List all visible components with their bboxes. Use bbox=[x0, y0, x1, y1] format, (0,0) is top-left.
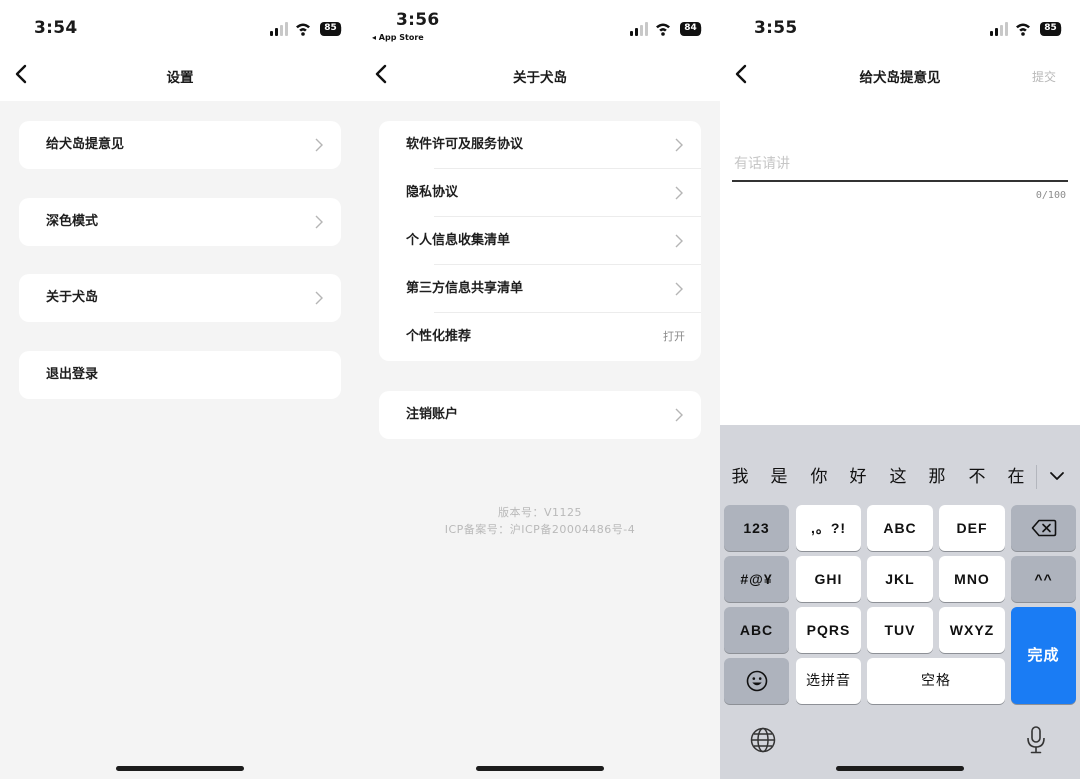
settings-screen: 3:54 85 设置 给犬岛提意见 深色模式 关于犬岛 退出登录 bbox=[0, 0, 360, 779]
page-title: 关于犬岛 bbox=[513, 70, 567, 86]
settings-item-label: 给犬岛提意见 bbox=[46, 137, 125, 152]
about-item-third-party[interactable]: 第三方信息共享清单 bbox=[379, 265, 701, 313]
home-indicator[interactable] bbox=[836, 766, 964, 771]
key-mno[interactable]: MNO bbox=[939, 556, 1005, 602]
key-123[interactable]: 123 bbox=[724, 505, 789, 551]
version-info: 版本号：V1125 ICP备案号：沪ICP备20004486号-4 bbox=[360, 504, 720, 538]
candidate-word[interactable]: 我 bbox=[726, 457, 754, 497]
character-count: 0/100 bbox=[1035, 190, 1066, 201]
key-abc-mode[interactable]: ABC bbox=[724, 607, 789, 653]
key-def[interactable]: DEF bbox=[939, 505, 1005, 551]
key-wxyz[interactable]: WXYZ bbox=[939, 607, 1005, 653]
version-number: 版本号：V1125 bbox=[497, 506, 583, 519]
about-item-label: 个人信息收集清单 bbox=[406, 233, 511, 248]
home-indicator[interactable] bbox=[476, 766, 604, 771]
chevron-right-icon bbox=[315, 291, 323, 305]
page-title: 给犬岛提意见 bbox=[859, 70, 941, 86]
status-icons: 85 bbox=[990, 21, 1062, 37]
key-tuv[interactable]: TUV bbox=[867, 607, 933, 653]
space-key[interactable]: 空格 bbox=[867, 658, 1005, 704]
settings-item-label: 深色模式 bbox=[46, 214, 99, 229]
microphone-icon[interactable] bbox=[1025, 725, 1047, 755]
feedback-input[interactable] bbox=[732, 148, 1068, 182]
chevron-down-icon[interactable] bbox=[1047, 471, 1067, 483]
cancel-account-label: 注销账户 bbox=[406, 407, 459, 422]
candidate-word[interactable]: 你 bbox=[805, 457, 833, 497]
about-list: 软件许可及服务协议 隐私协议 个人信息收集清单 第三方信息共享清单 个性化推荐 … bbox=[379, 121, 701, 361]
backspace-button[interactable] bbox=[1011, 505, 1076, 551]
settings-item-logout[interactable]: 退出登录 bbox=[19, 351, 341, 399]
page-title: 设置 bbox=[166, 70, 194, 86]
settings-item-feedback[interactable]: 给犬岛提意见 bbox=[19, 121, 341, 169]
key-jkl[interactable]: JKL bbox=[867, 556, 933, 602]
key-symbols[interactable]: #@¥ bbox=[724, 556, 789, 602]
about-item-privacy[interactable]: 隐私协议 bbox=[379, 169, 701, 217]
settings-header: 3:54 85 设置 bbox=[0, 0, 360, 101]
candidate-word[interactable]: 是 bbox=[765, 457, 793, 497]
chevron-right-icon bbox=[675, 282, 683, 296]
candidate-word[interactable]: 在 bbox=[1002, 457, 1030, 497]
back-to-app-store-link[interactable]: ◂ App Store bbox=[372, 33, 424, 42]
settings-item-about[interactable]: 关于犬岛 bbox=[19, 274, 341, 322]
battery-level: 84 bbox=[684, 23, 697, 33]
personalized-status: 打开 bbox=[663, 330, 685, 343]
feedback-header: 3:55 85 给犬岛提意见 提交 bbox=[720, 0, 1080, 101]
about-item-label: 隐私协议 bbox=[406, 185, 459, 200]
cancel-account-button[interactable]: 注销账户 bbox=[379, 391, 701, 439]
key-punctuation[interactable]: ,。?! bbox=[796, 505, 861, 551]
settings-item-dark-mode[interactable]: 深色模式 bbox=[19, 198, 341, 246]
chevron-right-icon bbox=[675, 138, 683, 152]
status-time: 3:55 bbox=[754, 18, 798, 38]
status-time: 3:54 bbox=[34, 18, 78, 38]
done-button[interactable]: 完成 bbox=[1011, 607, 1076, 704]
home-indicator[interactable] bbox=[116, 766, 244, 771]
about-item-personal-info[interactable]: 个人信息收集清单 bbox=[379, 217, 701, 265]
icp-number: ICP备案号：沪ICP备20004486号-4 bbox=[444, 523, 636, 536]
about-item-label: 软件许可及服务协议 bbox=[406, 137, 524, 152]
settings-item-label: 关于犬岛 bbox=[46, 290, 99, 305]
chevron-right-icon bbox=[315, 215, 323, 229]
emoji-button[interactable] bbox=[724, 658, 789, 704]
candidate-word[interactable]: 那 bbox=[923, 457, 951, 497]
settings-item-label: 退出登录 bbox=[46, 367, 99, 382]
key-ghi[interactable]: GHI bbox=[796, 556, 861, 602]
about-item-license[interactable]: 软件许可及服务协议 bbox=[379, 121, 701, 169]
submit-button[interactable]: 提交 bbox=[1032, 68, 1056, 85]
candidate-divider bbox=[1036, 465, 1037, 489]
select-pinyin-key[interactable]: 选拼音 bbox=[796, 658, 861, 704]
candidate-word[interactable]: 好 bbox=[844, 457, 872, 497]
about-item-label: 第三方信息共享清单 bbox=[406, 281, 524, 296]
about-item-personalized[interactable]: 个性化推荐 打开 bbox=[379, 313, 701, 361]
emoji-icon bbox=[746, 670, 767, 692]
globe-icon[interactable] bbox=[750, 727, 776, 753]
key-pqrs[interactable]: PQRS bbox=[796, 607, 861, 653]
candidate-word[interactable]: 这 bbox=[884, 457, 912, 497]
chevron-right-icon bbox=[675, 234, 683, 248]
chevron-right-icon bbox=[675, 186, 683, 200]
chevron-right-icon bbox=[315, 138, 323, 152]
status-icons: 85 bbox=[270, 21, 342, 37]
battery-level: 85 bbox=[324, 23, 337, 33]
about-screen: 3:56 ◂ App Store 84 关于犬岛 软件许可及服务协议 隐私协议 … bbox=[360, 0, 720, 779]
about-item-label: 个性化推荐 bbox=[406, 329, 472, 344]
pinyin-keyboard: 我 是 你 好 这 那 不 在 123 ,。?! ABC DEF #@¥ GHI bbox=[720, 425, 1080, 779]
battery-level: 85 bbox=[1044, 23, 1057, 33]
candidate-word[interactable]: 不 bbox=[963, 457, 991, 497]
status-time: 3:56 bbox=[396, 10, 440, 30]
backspace-icon bbox=[1031, 519, 1056, 537]
chevron-right-icon bbox=[675, 408, 683, 422]
status-icons: 84 bbox=[630, 21, 702, 37]
about-header: 3:56 ◂ App Store 84 关于犬岛 bbox=[360, 0, 720, 101]
feedback-screen: 3:55 85 给犬岛提意见 提交 0/100 我 是 bbox=[720, 0, 1080, 779]
key-abc[interactable]: ABC bbox=[867, 505, 933, 551]
candidate-bar: 我 是 你 好 这 那 不 在 bbox=[720, 457, 1080, 497]
key-emoticon[interactable]: ^^ bbox=[1011, 556, 1076, 602]
